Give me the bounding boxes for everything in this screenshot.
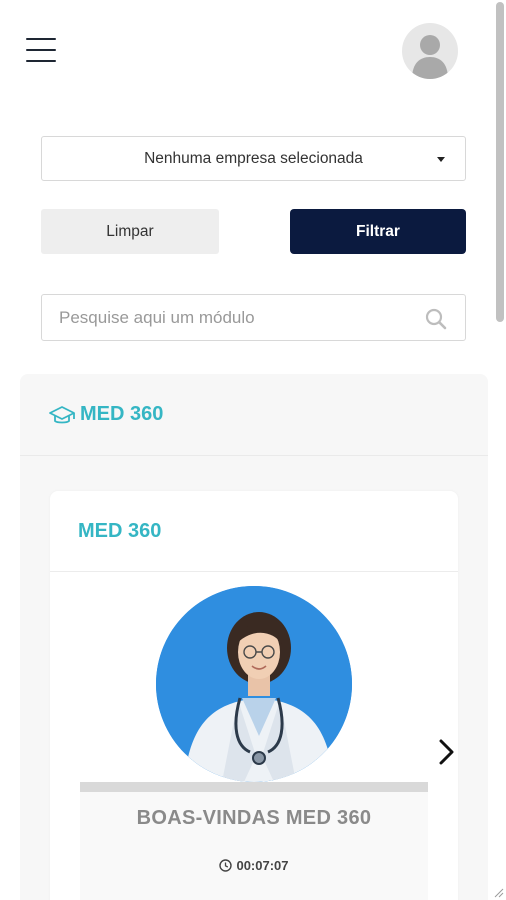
module-panel: MED 360 MED 360 BOAS-VINDAS MED 360 00:0… [20,374,488,900]
clear-button[interactable]: Limpar [41,209,219,254]
module-header: MED 360 [20,374,488,456]
caret-down-icon [437,157,445,162]
video-info: BOAS-VINDAS MED 360 00:07:07 [80,792,428,900]
hamburger-line [26,49,56,51]
search-field[interactable] [41,294,466,341]
video-duration-text: 00:07:07 [236,858,289,873]
hamburger-line [26,60,56,62]
video-progress-bar [80,782,428,792]
course-title[interactable]: MED 360 [78,520,161,543]
course-card-header: MED 360 [50,491,458,572]
filter-button[interactable]: Filtrar [290,209,466,254]
search-icon[interactable] [425,308,447,330]
resize-grip-icon[interactable] [492,886,504,898]
graduation-cap-icon [49,405,75,423]
company-select-value: Nenhuma empresa selecionada [144,149,363,167]
user-avatar-icon[interactable] [402,23,458,79]
scrollbar-thumb[interactable] [496,2,504,322]
chevron-right-icon[interactable] [436,736,458,768]
search-input[interactable] [42,295,412,340]
scrollbar-track[interactable] [494,0,506,900]
hamburger-line [26,38,56,40]
video-thumbnail[interactable] [156,586,352,782]
doctor-portrait-image [156,586,352,782]
video-title[interactable]: BOAS-VINDAS MED 360 [80,807,428,830]
clock-icon [219,859,233,872]
course-card: MED 360 BOAS-VINDAS MED 360 00:07:07 [50,491,458,900]
avatar-silhouette-icon [412,35,448,79]
company-select[interactable]: Nenhuma empresa selecionada [41,136,466,181]
module-title[interactable]: MED 360 [80,403,163,426]
hamburger-menu-icon[interactable] [26,38,56,62]
video-duration: 00:07:07 [80,858,428,873]
